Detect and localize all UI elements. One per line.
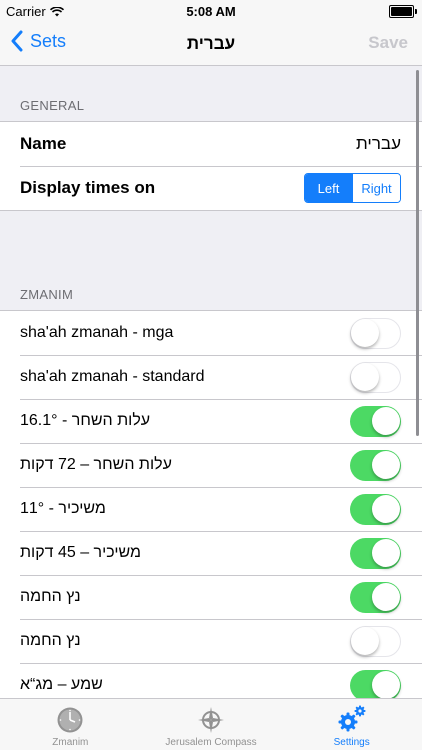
tab-settings[interactable]: Settings [281, 699, 422, 750]
zman-toggle[interactable] [350, 317, 401, 349]
zman-row: שמע – מג“א [0, 663, 422, 698]
zman-toggle[interactable] [350, 493, 401, 525]
toggle-knob [372, 450, 400, 479]
zman-row: משיכיר – 45 דקות [0, 531, 422, 575]
zman-toggle[interactable] [350, 669, 401, 698]
zman-label: עלות השחר – 72 דקות [20, 456, 172, 473]
zman-toggle[interactable] [350, 625, 401, 657]
zman-row: משיכיר - 11° [0, 487, 422, 531]
battery-icon [389, 5, 417, 18]
name-value: עברית [356, 134, 401, 153]
navigation-bar: Sets עברית Save [0, 22, 422, 66]
display-times-label: Display times on [20, 178, 156, 197]
gears-icon [338, 705, 366, 732]
toggle-knob [372, 406, 400, 435]
tab-bar: Zmanim Jerusalem Compass Settings [0, 698, 422, 750]
zman-label: נץ החמה [20, 588, 81, 605]
tab-zmanim[interactable]: Zmanim [0, 699, 141, 750]
zman-toggle[interactable] [350, 581, 401, 613]
zman-row: sha'ah zmanah - mga [0, 311, 422, 355]
zman-row: עלות השחר – 72 דקות [0, 443, 422, 487]
zman-toggle[interactable] [350, 449, 401, 481]
general-group: Name עברית Display times on Left Right [0, 121, 422, 211]
zman-label: sha'ah zmanah - mga [20, 324, 174, 341]
zman-label: נץ החמה [20, 632, 81, 649]
page-title: עברית [186, 34, 236, 53]
zman-toggle[interactable] [350, 361, 401, 393]
segment-left[interactable]: Left [305, 174, 352, 202]
status-time: 5:08 AM [186, 4, 236, 19]
settings-list[interactable]: GENERAL Name עברית Display times on Left… [0, 66, 422, 698]
zman-label: משיכיר – 45 דקות [20, 544, 142, 561]
zman-label: שמע – מג“א [20, 676, 103, 693]
zman-label: sha'ah zmanah - standard [20, 368, 205, 385]
toggle-knob [372, 670, 400, 698]
compass-icon [198, 707, 224, 733]
toggle-knob [351, 362, 379, 391]
zman-label: עלות השחר - 16.1° [20, 412, 151, 429]
name-label: Name [20, 134, 67, 153]
zman-row: עלות השחר - 16.1° [0, 399, 422, 443]
tab-jerusalem-compass[interactable]: Jerusalem Compass [141, 699, 282, 750]
toggle-knob [372, 582, 400, 611]
zman-row: נץ החמה [0, 619, 422, 663]
zmanim-group: sha'ah zmanah - mga sha'ah zmanah - stand… [0, 310, 422, 698]
name-row[interactable]: Name עברית [0, 122, 422, 166]
display-side-segmented-control[interactable]: Left Right [304, 173, 401, 203]
zman-row: נץ החמה [0, 575, 422, 619]
save-button[interactable]: Save [368, 33, 408, 53]
toggle-knob [372, 538, 400, 567]
zman-toggle[interactable] [350, 537, 401, 569]
section-header-zmanim: ZMANIM [20, 287, 74, 302]
zman-toggle[interactable] [350, 405, 401, 437]
zman-row: sha'ah zmanah - standard [0, 355, 422, 399]
display-times-row: Display times on Left Right [0, 166, 422, 210]
clock-icon [57, 707, 83, 733]
status-bar: Carrier 5:08 AM [0, 0, 422, 22]
section-header-general: GENERAL [20, 98, 85, 113]
tab-label: Jerusalem Compass [165, 737, 257, 748]
tab-label: Zmanim [52, 737, 89, 748]
toggle-knob [351, 626, 379, 655]
scrollbar[interactable] [416, 70, 419, 436]
tab-label: Settings [333, 737, 370, 748]
zman-label: משיכיר - 11° [20, 500, 106, 517]
toggle-knob [372, 494, 400, 523]
toggle-knob [351, 318, 379, 347]
segment-right[interactable]: Right [352, 174, 400, 202]
